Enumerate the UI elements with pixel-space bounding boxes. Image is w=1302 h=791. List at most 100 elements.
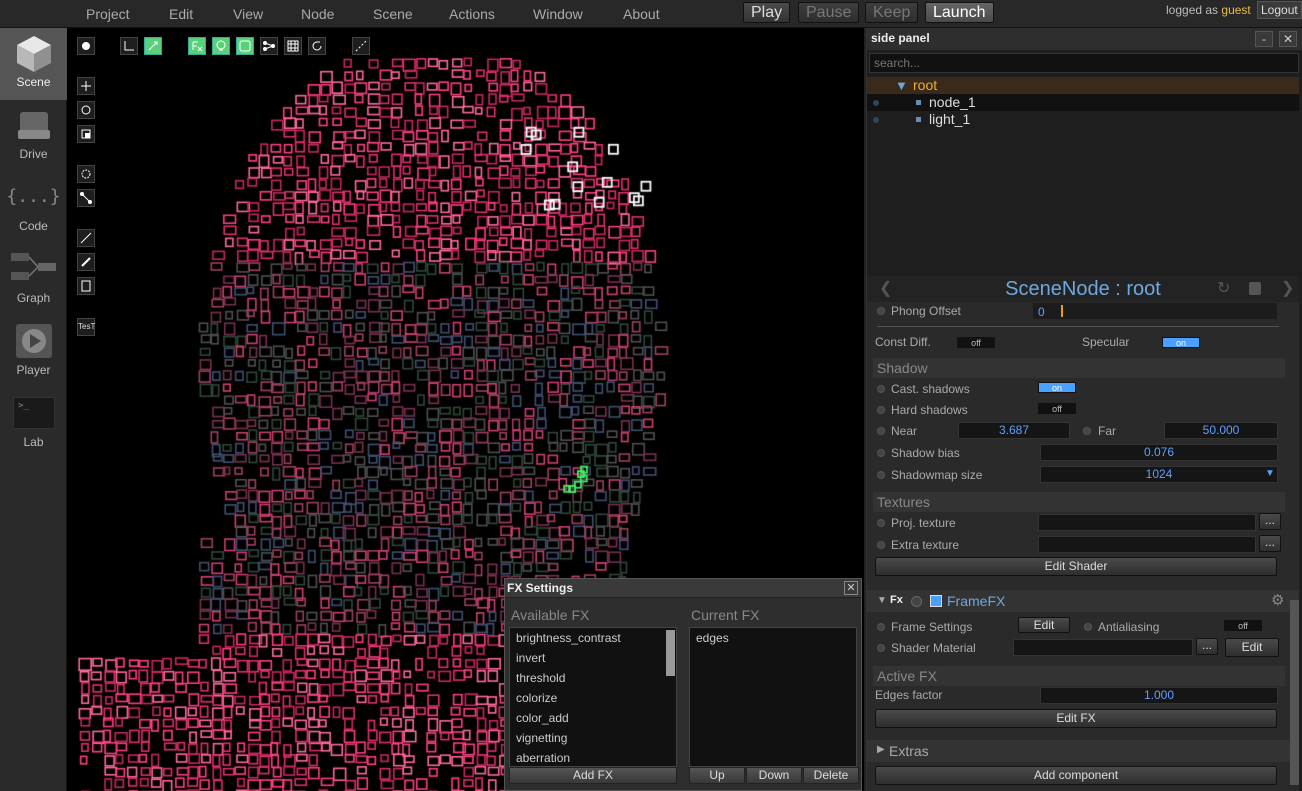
delete-button[interactable]: Delete [803, 767, 859, 784]
extra-texture-field[interactable] [1038, 536, 1256, 553]
menu-scene[interactable]: Scene [373, 6, 413, 22]
param-dot-icon[interactable] [877, 307, 885, 315]
toggle-dot-icon[interactable] [911, 596, 922, 607]
next-icon[interactable]: ❯ [1281, 276, 1294, 302]
scrollbar[interactable] [1290, 600, 1299, 785]
viewport[interactable]: TesT FX Settings ✕ Available FX Current … [67, 28, 864, 791]
menu-window[interactable]: Window [533, 6, 583, 22]
current-fx-list[interactable]: edges [689, 627, 857, 767]
brush-tool-icon[interactable] [77, 253, 95, 271]
browse-button[interactable]: ... [1196, 638, 1218, 655]
scrollbar[interactable] [666, 630, 675, 676]
orbit-tool-icon[interactable] [77, 165, 95, 183]
param-dot-icon[interactable] [877, 427, 885, 435]
param-dot-icon[interactable] [877, 471, 885, 479]
near-input[interactable]: 3.687 [958, 422, 1070, 439]
menu-edit[interactable]: Edit [169, 6, 193, 22]
prev-icon[interactable]: ❮ [879, 276, 892, 302]
param-dot-icon[interactable] [1084, 623, 1092, 631]
rotate-tool-icon[interactable] [77, 101, 95, 119]
far-input[interactable]: 50.000 [1164, 422, 1278, 439]
list-item[interactable]: colorize [510, 688, 676, 708]
add-fx-button[interactable]: Add FX [509, 767, 677, 784]
fx-toggle-icon[interactable] [188, 37, 206, 55]
const-diff-toggle[interactable]: off [957, 337, 995, 348]
nav-drive[interactable]: Drive [0, 100, 67, 172]
menu-project[interactable]: Project [86, 6, 130, 22]
gui-toggle-icon[interactable] [236, 37, 254, 55]
menu-node[interactable]: Node [301, 6, 334, 22]
nav-graph[interactable]: Graph [0, 244, 67, 316]
nav-lab[interactable]: >_ Lab [0, 388, 67, 460]
extras-section-header[interactable]: ▶ Extras [867, 740, 1299, 762]
axis-tool-icon[interactable] [120, 37, 138, 55]
shader-material-edit-button[interactable]: Edit [1225, 638, 1279, 657]
phong-offset-slider[interactable] [1033, 303, 1277, 319]
list-item[interactable]: edges [690, 628, 856, 648]
minimize-button[interactable]: - [1255, 31, 1273, 47]
nav-scene[interactable]: Scene [0, 28, 67, 100]
visibility-icon[interactable] [873, 100, 879, 106]
edit-shader-button[interactable]: Edit Shader [875, 557, 1277, 576]
list-item[interactable]: color_add [510, 708, 676, 728]
antialiasing-toggle[interactable]: off [1224, 620, 1262, 631]
list-item[interactable]: vignetting [510, 728, 676, 748]
tree-root[interactable]: ▼ root [867, 77, 1299, 94]
param-dot-icon[interactable] [877, 541, 885, 549]
tree-node[interactable]: node_1 [867, 94, 1299, 111]
add-component-button[interactable]: Add component [875, 766, 1277, 785]
move-tool-icon[interactable] [77, 77, 95, 95]
scale-tool-icon[interactable] [77, 125, 95, 143]
param-dot-icon[interactable] [877, 406, 885, 414]
param-dot-icon[interactable] [877, 519, 885, 527]
test-button[interactable]: TesT [77, 318, 95, 336]
nav-player[interactable]: Player [0, 316, 67, 388]
shadow-bias-input[interactable]: 0.076 [1040, 444, 1278, 461]
logout-button[interactable]: Logout [1257, 1, 1302, 19]
edit-fx-button[interactable]: Edit FX [875, 709, 1277, 728]
close-icon[interactable]: ✕ [844, 581, 858, 595]
proj-texture-field[interactable] [1038, 514, 1256, 531]
node-link-icon[interactable] [77, 189, 95, 207]
list-item[interactable]: aberration [510, 748, 676, 766]
lock-icon[interactable] [1249, 282, 1261, 295]
list-item[interactable]: brightness_contrast [510, 628, 676, 648]
graph-toggle-icon[interactable] [260, 37, 278, 55]
nav-code[interactable]: {...} Code [0, 172, 67, 244]
chevron-down-icon[interactable]: ▼ [1265, 468, 1275, 479]
light-toggle-icon[interactable] [212, 37, 230, 55]
launch-button[interactable]: Launch [925, 2, 994, 23]
select-tool-icon[interactable] [77, 37, 95, 55]
menu-actions[interactable]: Actions [449, 6, 495, 22]
collapse-icon[interactable]: ▼ [877, 595, 887, 606]
available-fx-list[interactable]: brightness_contrast invert threshold col… [509, 627, 677, 767]
param-dot-icon[interactable] [877, 385, 885, 393]
visibility-icon[interactable] [873, 117, 879, 123]
list-item[interactable]: invert [510, 648, 676, 668]
menu-view[interactable]: View [233, 6, 263, 22]
gear-icon[interactable]: ⚙ [1271, 591, 1284, 609]
expand-icon[interactable]: ▼ [895, 77, 908, 94]
list-item[interactable]: threshold [510, 668, 676, 688]
browse-button[interactable]: ... [1259, 535, 1281, 552]
down-button[interactable]: Down [746, 767, 802, 784]
slider-handle[interactable] [1061, 305, 1063, 317]
cast-shadows-toggle[interactable]: on [1038, 382, 1076, 393]
hard-shadows-toggle[interactable]: off [1038, 403, 1076, 414]
search-input[interactable] [869, 53, 1299, 73]
edges-factor-input[interactable]: 1.000 [1040, 687, 1278, 704]
param-dot-icon[interactable] [877, 644, 885, 652]
pause-button[interactable]: Pause [798, 2, 860, 23]
close-icon[interactable]: ✕ [1279, 31, 1297, 47]
refresh-icon[interactable]: ↻ [1217, 276, 1230, 302]
measure-tool-icon[interactable] [352, 37, 370, 55]
shadowmap-select[interactable]: 1024 [1040, 466, 1278, 483]
expand-icon[interactable]: ▶ [877, 744, 885, 755]
menu-about[interactable]: About [623, 6, 660, 22]
param-dot-icon[interactable] [877, 623, 885, 631]
tree-node[interactable]: light_1 [867, 111, 1299, 128]
line-tool-icon[interactable] [77, 229, 95, 247]
shader-material-field[interactable] [1013, 639, 1193, 656]
up-button[interactable]: Up [689, 767, 745, 784]
play-button[interactable]: Play [743, 2, 791, 23]
